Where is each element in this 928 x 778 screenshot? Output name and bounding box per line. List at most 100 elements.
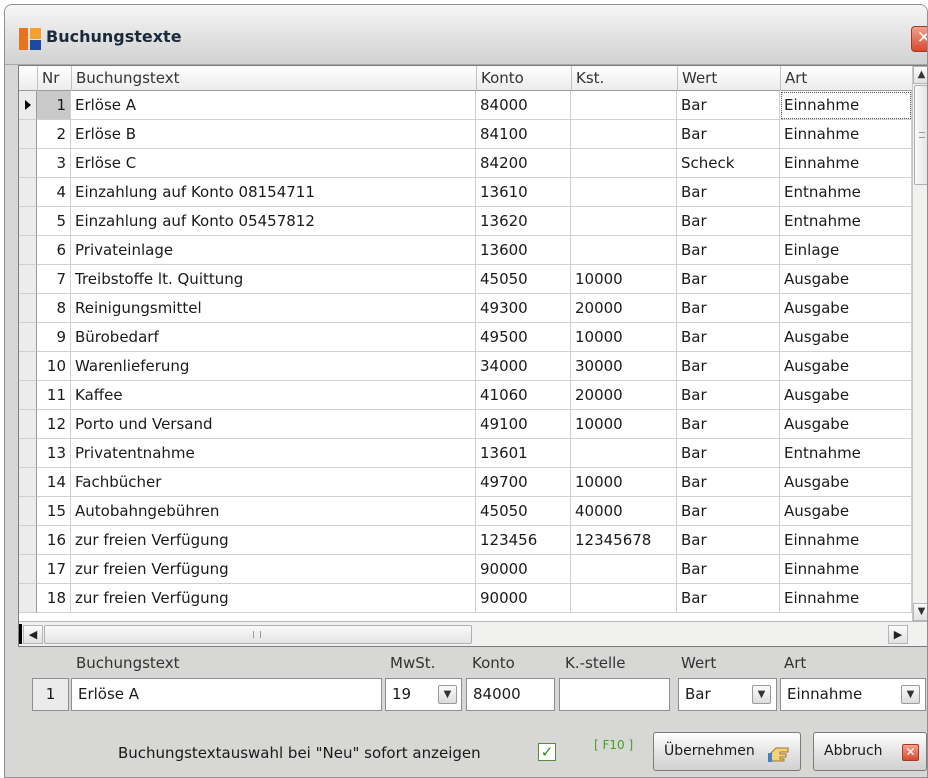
vertical-scrollbar[interactable]: ▲ ▼ (912, 66, 927, 621)
cancel-button[interactable]: Abbruch ✕ (813, 732, 927, 771)
cell-kst[interactable] (571, 149, 677, 178)
cell-wert[interactable]: Bar (677, 265, 780, 294)
cell-wert[interactable]: Bar (677, 120, 780, 149)
cell-kst[interactable] (571, 120, 677, 149)
cell-wert[interactable]: Bar (677, 91, 780, 120)
cell-buchungstext[interactable]: Erlöse C (71, 149, 476, 178)
cell-art[interactable]: Ausgabe (780, 468, 912, 497)
cell-art[interactable]: Einnahme (780, 149, 912, 178)
row-indicator[interactable] (19, 323, 37, 352)
mwst-select[interactable]: 19 ▼ (385, 678, 462, 711)
table-row[interactable]: 6 Privateinlage 13600 Bar Einlage (19, 236, 912, 265)
cell-art[interactable]: Ausgabe (780, 352, 912, 381)
booking-text-grid[interactable]: Nr Buchungstext Konto Kst. Wert Art 1 Erl… (18, 65, 927, 647)
table-row[interactable]: 7 Treibstoffe lt. Quittung 45050 10000 Bar Au… (19, 265, 912, 294)
cell-nr[interactable]: 11 (37, 381, 71, 410)
cell-nr[interactable]: 17 (37, 555, 71, 584)
cell-konto[interactable]: 49500 (476, 323, 571, 352)
buchungstext-input[interactable]: Erlöse A (71, 678, 382, 711)
row-indicator[interactable] (19, 149, 37, 178)
row-indicator[interactable] (19, 294, 37, 323)
table-row[interactable]: 10 Warenlieferung 34000 30000 Bar Ausgabe (19, 352, 912, 381)
cell-nr[interactable]: 8 (37, 294, 71, 323)
cell-buchungstext[interactable]: Bürobedarf (71, 323, 476, 352)
close-button[interactable]: ✕ (911, 26, 927, 52)
title-bar[interactable]: Buchungstexte ✕ (5, 5, 927, 65)
cell-wert[interactable]: Bar (677, 468, 780, 497)
row-indicator[interactable] (19, 178, 37, 207)
cell-wert[interactable]: Bar (677, 207, 780, 236)
row-indicator[interactable] (19, 352, 37, 381)
chevron-down-icon[interactable]: ▼ (438, 685, 457, 704)
cell-konto[interactable]: 84000 (476, 91, 571, 120)
cell-buchungstext[interactable]: Erlöse B (71, 120, 476, 149)
cell-art[interactable]: Entnahme (780, 439, 912, 468)
cell-kst[interactable] (571, 178, 677, 207)
cell-wert[interactable]: Bar (677, 178, 780, 207)
row-indicator[interactable] (19, 236, 37, 265)
cell-buchungstext[interactable]: zur freien Verfügung (71, 555, 476, 584)
cell-nr[interactable]: 16 (37, 526, 71, 555)
row-indicator[interactable] (19, 381, 37, 410)
cell-wert[interactable]: Bar (677, 236, 780, 265)
cell-art[interactable]: Einnahme (780, 120, 912, 149)
row-indicator[interactable] (19, 555, 37, 584)
table-row[interactable]: 9 Bürobedarf 49500 10000 Bar Ausgabe (19, 323, 912, 352)
cell-wert[interactable]: Bar (677, 352, 780, 381)
cell-konto[interactable]: 90000 (476, 584, 571, 613)
cell-kst[interactable]: 20000 (571, 381, 677, 410)
cell-art[interactable]: Ausgabe (780, 410, 912, 439)
column-header-kst[interactable]: Kst. (571, 66, 677, 91)
cell-kst[interactable] (571, 91, 677, 120)
cell-art[interactable]: Ausgabe (780, 265, 912, 294)
scroll-down-icon[interactable]: ▼ (913, 603, 927, 621)
art-select[interactable]: Einnahme ▼ (780, 678, 926, 711)
table-row[interactable]: 15 Autobahngebühren 45050 40000 Bar Ausgabe (19, 497, 912, 526)
cell-kst[interactable]: 10000 (571, 468, 677, 497)
table-row[interactable]: 12 Porto und Versand 49100 10000 Bar Ausgabe (19, 410, 912, 439)
scroll-up-icon[interactable]: ▲ (913, 66, 927, 84)
cell-buchungstext[interactable]: Einzahlung auf Konto 08154711 (71, 178, 476, 207)
cell-kst[interactable]: 12345678 (571, 526, 677, 555)
cell-art[interactable]: Einnahme (780, 584, 912, 613)
cell-konto[interactable]: 123456 (476, 526, 571, 555)
cell-buchungstext[interactable]: zur freien Verfügung (71, 526, 476, 555)
cell-buchungstext[interactable]: Erlöse A (71, 91, 476, 120)
cell-nr[interactable]: 4 (37, 178, 71, 207)
cell-kst[interactable] (571, 584, 677, 613)
cell-nr[interactable]: 9 (37, 323, 71, 352)
cell-art[interactable]: Entnahme (780, 178, 912, 207)
cell-nr[interactable]: 15 (37, 497, 71, 526)
scroll-left-icon[interactable]: ◀ (23, 625, 43, 644)
cell-wert[interactable]: Bar (677, 526, 780, 555)
cell-buchungstext[interactable]: zur freien Verfügung (71, 584, 476, 613)
row-indicator[interactable] (19, 207, 37, 236)
cell-kst[interactable] (571, 236, 677, 265)
cell-nr[interactable]: 7 (37, 265, 71, 294)
cell-wert[interactable]: Bar (677, 584, 780, 613)
cell-art[interactable]: Ausgabe (780, 497, 912, 526)
cell-konto[interactable]: 49100 (476, 410, 571, 439)
cell-art[interactable]: Einnahme (780, 91, 912, 120)
cell-kst[interactable]: 10000 (571, 265, 677, 294)
chevron-down-icon[interactable]: ▼ (752, 685, 771, 704)
cell-kst[interactable]: 20000 (571, 294, 677, 323)
cell-nr[interactable]: 14 (37, 468, 71, 497)
cell-nr[interactable]: 2 (37, 120, 71, 149)
cell-konto[interactable]: 90000 (476, 555, 571, 584)
row-indicator[interactable] (19, 120, 37, 149)
cell-konto[interactable]: 45050 (476, 497, 571, 526)
cell-wert[interactable]: Bar (677, 439, 780, 468)
row-indicator[interactable] (19, 439, 37, 468)
cell-kst[interactable]: 40000 (571, 497, 677, 526)
cell-konto[interactable]: 34000 (476, 352, 571, 381)
apply-button[interactable]: Übernehmen (653, 732, 801, 771)
cell-buchungstext[interactable]: Porto und Versand (71, 410, 476, 439)
cell-kst[interactable]: 10000 (571, 323, 677, 352)
cell-wert[interactable]: Bar (677, 410, 780, 439)
cell-konto[interactable]: 84100 (476, 120, 571, 149)
table-row[interactable]: 8 Reinigungsmittel 49300 20000 Bar Ausgabe (19, 294, 912, 323)
auto-show-checkbox[interactable]: ✓ (538, 743, 556, 761)
cell-nr[interactable]: 6 (37, 236, 71, 265)
cell-konto[interactable]: 13620 (476, 207, 571, 236)
